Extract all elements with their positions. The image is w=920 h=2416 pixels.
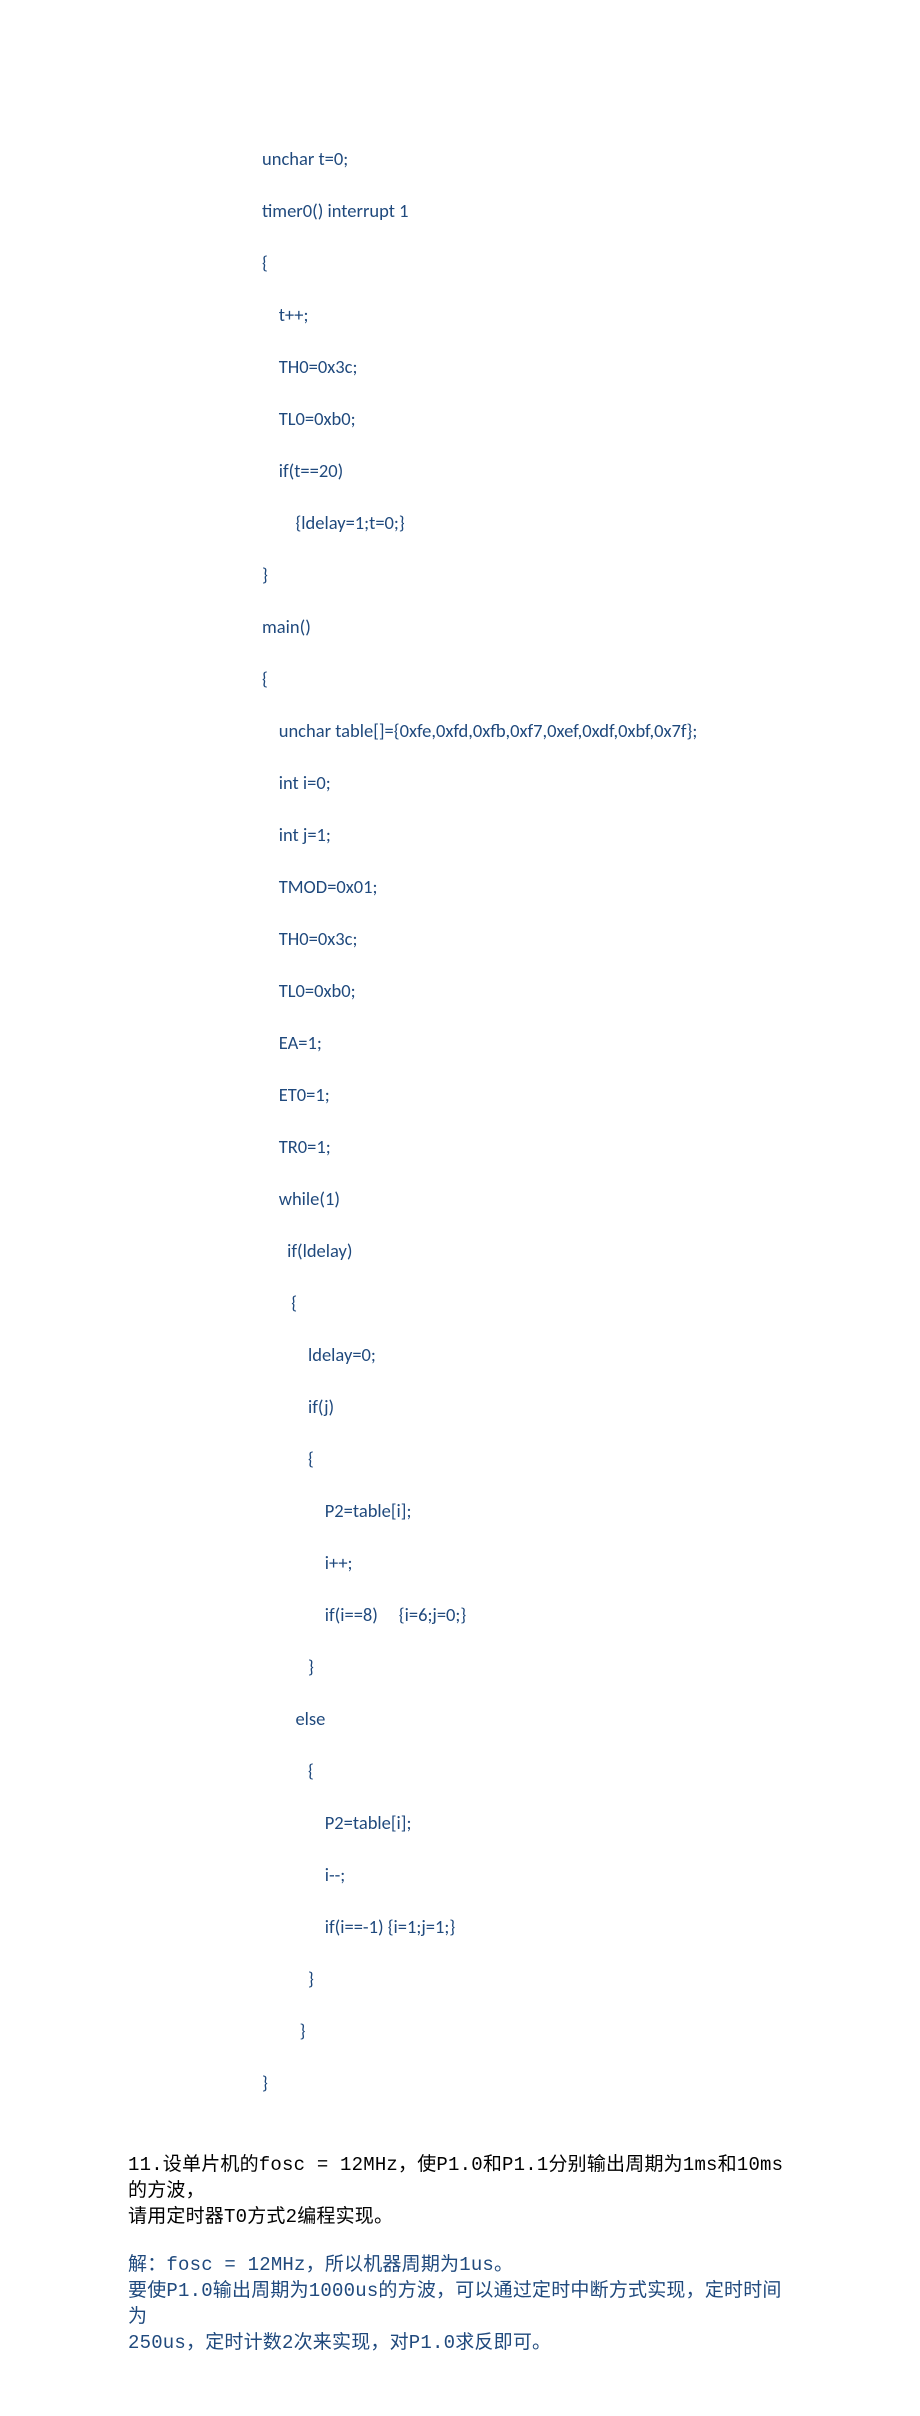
code-line: { xyxy=(262,1758,792,1784)
answer-line: 要使P1.0输出周期为1000us的方波，可以通过定时中断方式实现，定时时间为 xyxy=(128,2278,792,2330)
code-line: int j=1; xyxy=(262,822,792,848)
code-line: if(ldelay) xyxy=(262,1238,792,1264)
code-line: unchar table[]={0xfe,0xfd,0xfb,0xf7,0xef… xyxy=(262,718,792,744)
code-line: ldelay=0; xyxy=(262,1342,792,1368)
code-line: int i=0; xyxy=(262,770,792,796)
code-line: if(t==20) xyxy=(262,458,792,484)
code-line: TH0=0x3c; xyxy=(262,926,792,952)
code-line: while(1) xyxy=(262,1186,792,1212)
code-line: main() xyxy=(262,614,792,640)
code-line: { xyxy=(262,666,792,692)
code-line: i--; xyxy=(262,1862,792,1888)
code-line: TL0=0xb0; xyxy=(262,978,792,1004)
code-line: TMOD=0x01; xyxy=(262,874,792,900)
code-line: else xyxy=(262,1706,792,1732)
answer-line: 250us，定时计数2次来实现，对P1.0求反即可。 xyxy=(128,2330,792,2356)
code-line: { xyxy=(262,1290,792,1316)
code-line: P2=table[i]; xyxy=(262,1810,792,1836)
code-line: } xyxy=(262,562,792,588)
answer-text: 解：fosc = 12MHz，所以机器周期为1us。 要使P1.0输出周期为10… xyxy=(128,2252,792,2356)
code-line: unchar t=0; xyxy=(262,146,792,172)
code-line: } xyxy=(262,1654,792,1680)
code-line: } xyxy=(262,2018,792,2044)
code-line: if(i==8) {i=6;j=0;} xyxy=(262,1602,792,1628)
question-text: 11.设单片机的fosc = 12MHz，使P1.0和P1.1分别输出周期为1m… xyxy=(128,2152,792,2230)
code-line: EA=1; xyxy=(262,1030,792,1056)
code-line: t++; xyxy=(262,302,792,328)
code-line: if(i==-1) {i=1;j=1;} xyxy=(262,1914,792,1940)
document-page: unchar t=0; timer0() interrupt 1 { t++; … xyxy=(0,0,920,2416)
code-line: i++; xyxy=(262,1550,792,1576)
code-line: TL0=0xb0; xyxy=(262,406,792,432)
code-block: unchar t=0; timer0() interrupt 1 { t++; … xyxy=(262,120,792,2148)
code-line: if(j) xyxy=(262,1394,792,1420)
code-line: TR0=1; xyxy=(262,1134,792,1160)
code-line: TH0=0x3c; xyxy=(262,354,792,380)
code-line: { xyxy=(262,1446,792,1472)
code-line: ET0=1; xyxy=(262,1082,792,1108)
code-line: } xyxy=(262,2070,792,2096)
code-line: timer0() interrupt 1 xyxy=(262,198,792,224)
code-line: P2=table[i]; xyxy=(262,1498,792,1524)
code-line: } xyxy=(262,1966,792,1992)
answer-line: 解：fosc = 12MHz，所以机器周期为1us。 xyxy=(128,2252,792,2278)
question-line: 11.设单片机的fosc = 12MHz，使P1.0和P1.1分别输出周期为1m… xyxy=(128,2152,792,2204)
code-line: {ldelay=1;t=0;} xyxy=(262,510,792,536)
question-line: 请用定时器T0方式2编程实现。 xyxy=(128,2204,792,2230)
code-line: { xyxy=(262,250,792,276)
